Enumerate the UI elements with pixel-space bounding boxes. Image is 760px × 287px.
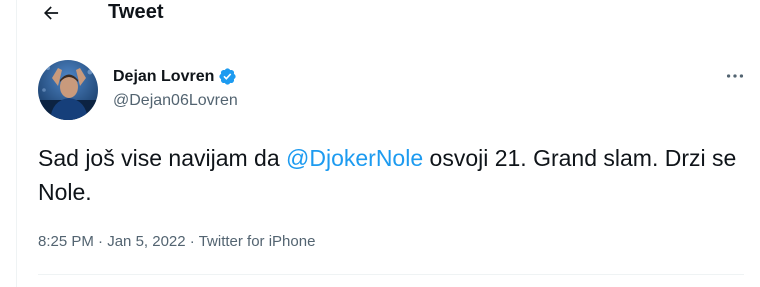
tweet-text: Sad još vise navijam da @DjokerNole osvo… <box>38 141 738 209</box>
more-options-button[interactable] <box>720 64 750 88</box>
separator: · <box>185 233 199 250</box>
verified-badge-icon <box>219 68 236 85</box>
avatar-image <box>38 60 98 120</box>
page-title: Tweet <box>108 1 164 23</box>
tweet-metadata: 8:25 PM · Jan 5, 2022 · Twitter for iPho… <box>38 233 315 250</box>
divider <box>38 274 744 275</box>
author-name-row: Dejan Lovren <box>113 67 237 86</box>
back-button[interactable] <box>36 0 66 26</box>
avatar[interactable] <box>38 60 98 120</box>
tweet-source[interactable]: Twitter for iPhone <box>199 233 316 250</box>
author-handle[interactable]: @Dejan06Lovren <box>113 92 238 110</box>
tweet-time[interactable]: 8:25 PM <box>38 233 94 250</box>
tweet-date[interactable]: Jan 5, 2022 <box>107 233 185 250</box>
arrow-left-icon <box>44 6 59 20</box>
author-display-name[interactable]: Dejan Lovren <box>113 68 214 86</box>
tweet-text-part: Sad još vise navijam da <box>38 145 287 171</box>
mention-link[interactable]: @DjokerNole <box>286 145 423 171</box>
separator: · <box>93 233 108 250</box>
more-horizontal-icon <box>726 74 744 78</box>
header: Tweet <box>16 0 744 30</box>
